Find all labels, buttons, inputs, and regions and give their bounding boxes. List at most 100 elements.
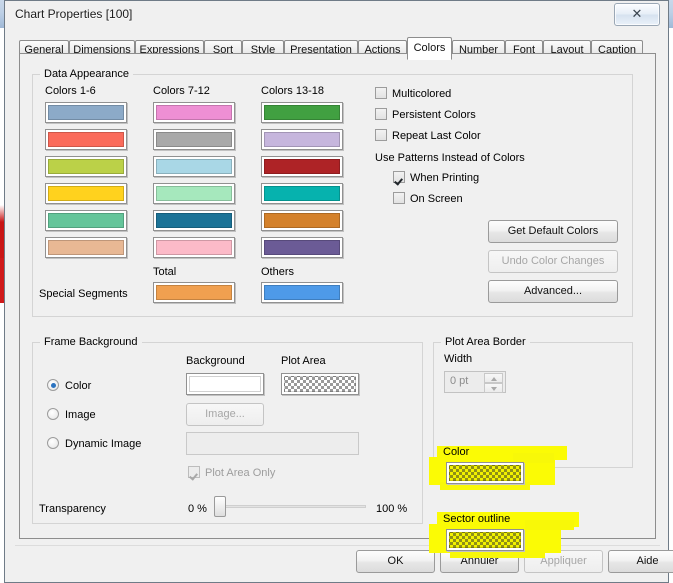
color-swatch-17[interactable]: [261, 210, 343, 231]
color-fill: [48, 186, 124, 201]
background-color-swatch[interactable]: [186, 373, 264, 395]
width-label: Width: [444, 353, 473, 365]
undo-color-changes-button[interactable]: Undo Color Changes: [488, 250, 618, 273]
color-swatch-13[interactable]: [261, 102, 343, 123]
border-color-label: Color: [443, 446, 470, 458]
highlight-mark-sector-tail: [525, 520, 574, 530]
ok-button[interactable]: OK: [356, 550, 435, 573]
color-swatch-4[interactable]: [45, 183, 127, 204]
slider-thumb[interactable]: [214, 496, 226, 517]
color-swatch-6[interactable]: [45, 237, 127, 258]
plot-area-color-swatch[interactable]: [281, 373, 359, 395]
slider-track: [214, 505, 366, 508]
sector-outline-swatch[interactable]: [446, 529, 524, 551]
stepper-up-icon[interactable]: [484, 373, 503, 383]
checkbox-label: When Printing: [410, 172, 480, 184]
colors-tab-panel: Data Appearance Colors 1-6 Colors 7-12 C…: [19, 53, 656, 558]
radio-label: Color: [65, 380, 92, 392]
checkbox-label: On Screen: [410, 193, 463, 205]
close-button[interactable]: ✕: [614, 3, 660, 26]
color-fill: [264, 159, 340, 174]
color-swatch-14[interactable]: [261, 129, 343, 150]
color-swatch-7[interactable]: [153, 102, 235, 123]
radio-box: [47, 379, 59, 391]
highlight-mark-sector-tail: [450, 550, 545, 558]
get-default-colors-button[interactable]: Get Default Colors: [488, 220, 618, 243]
color-swatch-10[interactable]: [153, 183, 235, 204]
advanced-button[interactable]: Advanced...: [488, 280, 618, 303]
sector-outline-label: Sector outline: [443, 513, 511, 525]
colors-1-6-label: Colors 1-6: [45, 85, 96, 97]
frame-background-group: Frame Background Background Plot Area Co…: [32, 336, 423, 524]
help-button[interactable]: Aide: [608, 550, 673, 573]
checkbox-persistent-colors[interactable]: Persistent Colors: [375, 108, 476, 121]
color-swatch-5[interactable]: [45, 210, 127, 231]
color-fill: [156, 132, 232, 147]
border-width-stepper[interactable]: 0 pt: [444, 371, 506, 393]
others-color-swatch[interactable]: [261, 282, 343, 303]
color-swatch-8[interactable]: [153, 129, 235, 150]
color-fill: [48, 105, 124, 120]
checkbox-on-screen[interactable]: On Screen: [393, 192, 463, 205]
footer-divider: [15, 545, 660, 546]
checkbox-repeat-last-color[interactable]: Repeat Last Color: [375, 129, 481, 142]
dynamic-image-input[interactable]: [186, 432, 359, 455]
color-swatch-2[interactable]: [45, 129, 127, 150]
border-width-value: 0 pt: [450, 375, 469, 387]
tab-colors[interactable]: Colors: [407, 37, 452, 60]
color-swatch-15[interactable]: [261, 156, 343, 177]
data-appearance-label: Data Appearance: [40, 68, 134, 80]
dialog-client-area: General Dimensions Expressions Sort Styl…: [15, 29, 673, 574]
checkbox-box: [375, 108, 387, 120]
border-color-swatch[interactable]: [446, 462, 524, 484]
checkbox-box: [375, 129, 387, 141]
radio-box: [47, 437, 59, 449]
dialog-titlebar[interactable]: Chart Properties [100] ✕: [5, 1, 668, 29]
checkbox-multicolored[interactable]: Multicolored: [375, 87, 451, 100]
color-swatch-1[interactable]: [45, 102, 127, 123]
color-fill: [156, 105, 232, 120]
transparency-min-label: 0 %: [188, 503, 207, 515]
color-fill: [48, 213, 124, 228]
radio-color[interactable]: Color: [47, 379, 91, 392]
colors-13-18-label: Colors 13-18: [261, 85, 324, 97]
color-fill: [156, 159, 232, 174]
color-fill: [156, 186, 232, 201]
data-appearance-group: Data Appearance Colors 1-6 Colors 7-12 C…: [32, 68, 633, 317]
stepper-buttons[interactable]: [484, 373, 503, 393]
color-fill: [264, 132, 340, 147]
image-browse-button[interactable]: Image...: [186, 403, 264, 426]
use-patterns-label: Use Patterns Instead of Colors: [375, 152, 525, 164]
color-fill: [48, 240, 124, 255]
color-swatch-9[interactable]: [153, 156, 235, 177]
color-swatch-12[interactable]: [153, 237, 235, 258]
transparent-checker-fill: [284, 376, 356, 392]
stepper-down-icon[interactable]: [484, 383, 503, 393]
color-swatch-3[interactable]: [45, 156, 127, 177]
chart-properties-dialog: Chart Properties [100] ✕ General Dimensi…: [4, 0, 673, 583]
checkbox-box: [393, 171, 405, 183]
color-fill: [156, 285, 232, 300]
color-swatch-18[interactable]: [261, 237, 343, 258]
color-fill: [264, 186, 340, 201]
radio-dynamic-image[interactable]: Dynamic Image: [47, 437, 141, 450]
color-swatch-16[interactable]: [261, 183, 343, 204]
checkbox-box: [188, 466, 200, 478]
radio-image[interactable]: Image: [47, 408, 96, 421]
color-fill: [48, 132, 124, 147]
checkbox-label: Plot Area Only: [205, 467, 276, 479]
checkbox-label: Persistent Colors: [392, 109, 476, 121]
plot-area-label: Plot Area: [281, 355, 326, 367]
color-swatch-11[interactable]: [153, 210, 235, 231]
color-fill: [264, 240, 340, 255]
transparency-label: Transparency: [39, 503, 106, 515]
transparency-slider[interactable]: [214, 496, 366, 517]
checkbox-when-printing[interactable]: When Printing: [393, 171, 479, 184]
checkbox-label: Repeat Last Color: [392, 130, 481, 142]
checkbox-box: [393, 192, 405, 204]
plot-area-border-label: Plot Area Border: [441, 336, 530, 348]
radio-label: Image: [65, 409, 96, 421]
checkbox-plot-area-only[interactable]: Plot Area Only: [188, 466, 275, 479]
color-fill: [264, 105, 340, 120]
total-color-swatch[interactable]: [153, 282, 235, 303]
